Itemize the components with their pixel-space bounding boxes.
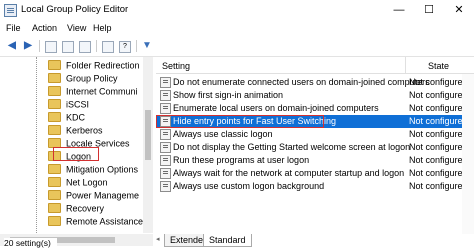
folder-icon: [48, 111, 61, 122]
filter-icon[interactable]: ▼: [140, 39, 154, 52]
list-item[interactable]: Always use custom logon background Not co…: [156, 180, 474, 193]
list-item[interactable]: Run these programs at user logon Not conf…: [156, 154, 474, 167]
policy-setting-icon: [160, 181, 171, 192]
tree-item-net-logon[interactable]: Net Logon: [48, 176, 108, 190]
policy-setting-icon: [160, 116, 171, 127]
tree-item-recovery[interactable]: Recovery: [48, 202, 104, 216]
tree-item-iscsi[interactable]: iSCSI: [48, 98, 89, 112]
folder-icon: [48, 72, 61, 83]
tree-item-group-policy[interactable]: Group Policy: [48, 72, 118, 86]
navigation-tree: Folder Redirection Group Policy Internet…: [0, 57, 153, 233]
properties-icon[interactable]: [79, 41, 91, 53]
view-tabs: ◂ Extended Standard: [156, 234, 474, 247]
tree-item-mitigation-options[interactable]: Mitigation Options: [48, 163, 138, 177]
status-text: 20 setting(s): [4, 238, 57, 248]
forward-arrow-icon[interactable]: ▶: [21, 39, 35, 52]
menu-view[interactable]: View: [67, 23, 86, 33]
window-title: Local Group Policy Editor: [21, 4, 129, 15]
list-item[interactable]: Do not display the Getting Started welco…: [156, 141, 474, 154]
close-button[interactable]: ✕: [444, 0, 474, 20]
list-item[interactable]: Always wait for the network at computer …: [156, 167, 474, 180]
policy-setting-icon: [160, 103, 171, 114]
policy-setting-icon: [160, 129, 171, 140]
folder-icon: [48, 59, 61, 70]
folder-icon: [48, 176, 61, 187]
toolbar-separator: [39, 40, 40, 52]
folder-icon: [48, 85, 61, 96]
list-vertical-scrollbar[interactable]: [462, 74, 474, 234]
menu-action[interactable]: Action: [32, 23, 57, 33]
folder-icon: [48, 98, 61, 109]
folder-icon: [48, 163, 61, 174]
toolbar-separator: [136, 40, 137, 52]
help-icon[interactable]: ?: [119, 41, 131, 53]
tab-scroll-arrows-icon[interactable]: ◂: [156, 234, 164, 246]
minimize-button[interactable]: —: [384, 0, 414, 20]
policy-setting-icon: [160, 77, 171, 88]
tree-item-folder-redirection[interactable]: Folder Redirection: [48, 59, 140, 73]
tree-item-kdc[interactable]: KDC: [48, 111, 85, 125]
tree-item-kerberos[interactable]: Kerberos: [48, 124, 103, 138]
console-tree-icon[interactable]: [45, 41, 57, 53]
folder-icon: [48, 215, 61, 226]
maximize-button[interactable]: ☐: [414, 0, 444, 20]
policy-editor-app-icon: [4, 4, 17, 17]
toolbar-separator: [96, 40, 97, 52]
list-item[interactable]: Enumerate local users on domain-joined c…: [156, 102, 474, 115]
export-list-icon[interactable]: [102, 41, 114, 53]
tree-item-remote-assistance[interactable]: Remote Assistance: [48, 215, 143, 229]
tree-scrollbar-thumb[interactable]: [145, 110, 151, 160]
logon-highlight-box: [53, 147, 99, 161]
policy-setting-icon: [160, 168, 171, 179]
tab-standard[interactable]: Standard: [203, 234, 252, 247]
folder-icon: [48, 202, 61, 213]
tree-item-internet-communication[interactable]: Internet Communi: [48, 85, 138, 99]
title-bar: Local Group Policy Editor — ☐ ✕: [0, 0, 474, 20]
list-item-selected[interactable]: Hide entry points for Fast User Switchin…: [156, 115, 474, 128]
folder-icon: [48, 189, 61, 200]
menu-help[interactable]: Help: [93, 23, 112, 33]
back-arrow-icon[interactable]: ◀: [5, 39, 19, 52]
policy-setting-icon: [160, 155, 171, 166]
menu-bar: File Action View Help: [0, 20, 474, 36]
window-icon[interactable]: [62, 41, 74, 53]
policy-setting-icon: [160, 90, 171, 101]
settings-list: Do not enumerate connected users on doma…: [156, 74, 474, 234]
list-header: Setting State: [156, 57, 474, 74]
column-setting[interactable]: Setting: [162, 61, 190, 71]
list-item[interactable]: Do not enumerate connected users on doma…: [156, 76, 474, 89]
list-item[interactable]: Always use classic logon Not configure: [156, 128, 474, 141]
tree-item-power-management[interactable]: Power Manageme: [48, 189, 139, 203]
policy-setting-icon: [160, 142, 171, 153]
menu-file[interactable]: File: [6, 23, 21, 33]
folder-icon: [48, 124, 61, 135]
list-item[interactable]: Show first sign-in animation Not configur…: [156, 89, 474, 102]
column-divider: [405, 57, 406, 73]
toolbar: ◀ ▶ ? ▼: [0, 36, 474, 57]
column-state[interactable]: State: [428, 61, 449, 71]
